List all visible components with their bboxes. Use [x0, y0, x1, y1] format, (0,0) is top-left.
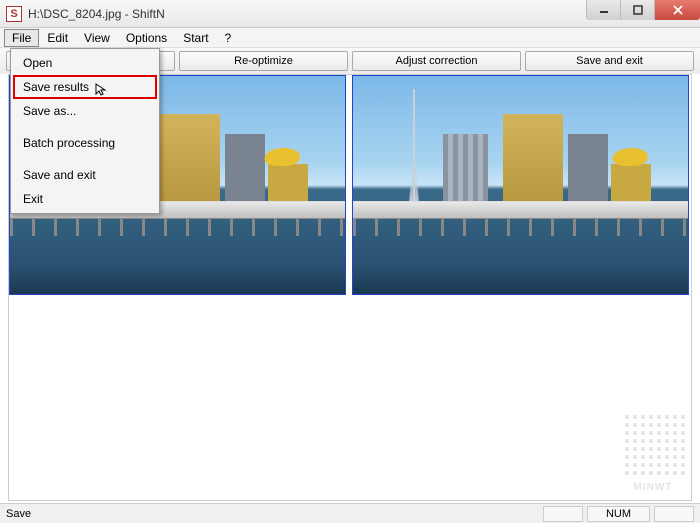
- file-dropdown: Open Save results Save as... Batch proce…: [10, 48, 160, 214]
- menu-view[interactable]: View: [76, 29, 118, 47]
- maximize-button[interactable]: [620, 0, 654, 20]
- menu-save-results-label: Save results: [23, 80, 89, 94]
- menu-batch-processing[interactable]: Batch processing: [13, 131, 157, 155]
- minimize-button[interactable]: [586, 0, 620, 20]
- status-box-empty: [543, 506, 583, 522]
- menu-open[interactable]: Open: [13, 51, 157, 75]
- menu-exit[interactable]: Exit: [13, 187, 157, 211]
- btn-reoptimize[interactable]: Re-optimize: [179, 51, 348, 71]
- image-corrected: [352, 75, 689, 295]
- building-shape: [503, 114, 563, 204]
- building-shape: [611, 164, 651, 204]
- bridge-shape: [353, 201, 688, 219]
- menu-edit[interactable]: Edit: [39, 29, 76, 47]
- status-text: Save: [6, 508, 539, 520]
- menu-separator: [13, 123, 157, 131]
- watermark: MINWT: [618, 415, 688, 495]
- statusbar: Save NUM: [0, 503, 700, 523]
- status-num-indicator: NUM: [587, 506, 650, 522]
- watermark-label: MINWT: [634, 482, 673, 493]
- bridge-pillars: [10, 218, 345, 236]
- building-shape: [160, 114, 220, 204]
- menu-options[interactable]: Options: [118, 29, 175, 47]
- bridge-pillars: [353, 218, 688, 236]
- window-title: H:\DSC_8204.jpg - ShiftN: [28, 7, 165, 21]
- qr-icon: [621, 415, 685, 479]
- cursor-icon: [95, 83, 107, 100]
- menu-start[interactable]: Start: [175, 29, 216, 47]
- close-button[interactable]: [654, 0, 700, 20]
- btn-adjust-correction[interactable]: Adjust correction: [352, 51, 521, 71]
- building-shape: [568, 134, 608, 204]
- btn-save-and-exit[interactable]: Save and exit: [525, 51, 694, 71]
- tower-shape: [413, 89, 415, 204]
- menu-file[interactable]: File: [4, 29, 39, 47]
- menu-save-as[interactable]: Save as...: [13, 99, 157, 123]
- menu-save-and-exit[interactable]: Save and exit: [13, 163, 157, 187]
- building-shape: [443, 134, 488, 204]
- building-shape: [268, 164, 308, 204]
- window-controls: [586, 0, 700, 20]
- app-icon: S: [6, 6, 22, 22]
- menu-help[interactable]: ?: [217, 29, 240, 47]
- menu-separator: [13, 155, 157, 163]
- menu-save-results[interactable]: Save results: [13, 75, 157, 99]
- window-titlebar: S H:\DSC_8204.jpg - ShiftN: [0, 0, 700, 28]
- building-shape: [225, 134, 265, 204]
- menubar: File Edit View Options Start ?: [0, 28, 700, 48]
- status-box-empty: [654, 506, 694, 522]
